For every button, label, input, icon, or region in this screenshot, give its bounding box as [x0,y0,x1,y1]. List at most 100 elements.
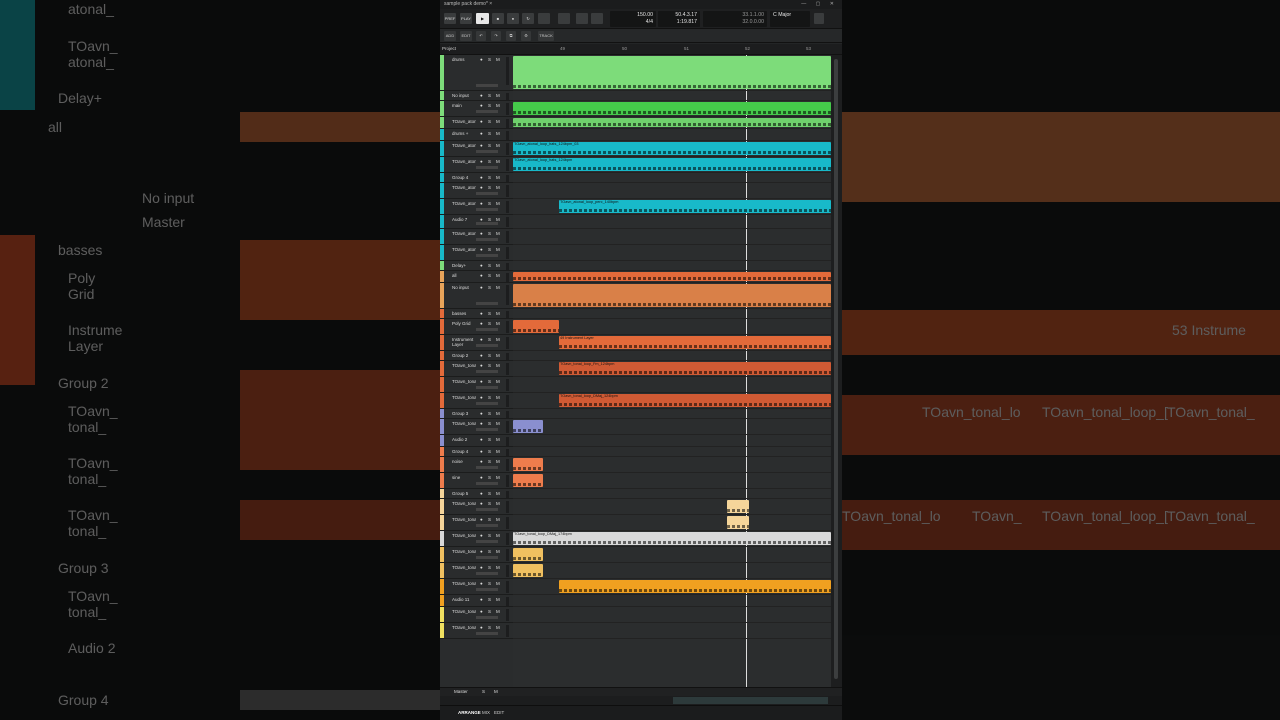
track-header[interactable]: Group 4 ● S M [440,447,513,457]
track-header[interactable]: TOavn_atonal_ ● SM [440,141,513,157]
mute-button[interactable]: M [496,185,500,190]
metronome-icon[interactable] [538,13,550,24]
track-name[interactable]: TOavn_tonal_ [452,625,476,630]
track-header[interactable]: TOavn_atonal_ ● SM [440,117,513,129]
track-name[interactable]: TOavn_tonal_ [452,533,476,538]
solo-button[interactable]: S [488,93,491,98]
track-name[interactable]: drums + [452,131,476,136]
mute-button[interactable]: M [496,119,500,124]
track-lane[interactable] [513,563,831,579]
mute-button[interactable]: M [496,337,500,342]
solo-button[interactable]: S [488,395,491,400]
track-name[interactable]: Group 4 [452,449,476,454]
solo-button[interactable]: S [488,581,491,586]
mute-button[interactable]: M [496,311,500,316]
window-title[interactable]: sample pack demo* × [444,1,492,7]
solo-button[interactable]: S [488,119,491,124]
track-lane[interactable] [513,215,831,229]
volume-fader[interactable] [476,208,498,211]
track-header[interactable]: basses ● S M [440,309,513,319]
audio-clip[interactable] [513,548,543,561]
solo-button[interactable]: S [488,411,491,416]
track-name[interactable]: TOavn_tonal_ [452,609,476,614]
track-lane[interactable] [513,183,831,199]
track-lane[interactable] [513,245,831,261]
solo-button[interactable]: S [488,231,491,236]
track-name[interactable]: TOavn_atonal_ [452,247,476,252]
track-header[interactable]: all ● S M [440,271,513,283]
track-header[interactable]: TOavn_atonal_ ● SM [440,199,513,215]
mute-button[interactable]: M [496,201,500,206]
mute-button[interactable]: M [496,247,500,252]
solo-button[interactable]: S [488,321,491,326]
mute-button[interactable]: M [496,581,500,586]
timeline-ruler[interactable]: Project 49 50 51 52 53 [440,44,842,55]
audio-clip[interactable]: TOavn_tonal_loop_Fm_124bpm [559,362,831,375]
record-arm-icon[interactable]: ● [480,517,483,522]
mute-button[interactable]: M [496,609,500,614]
mute-button[interactable]: M [496,437,500,442]
record-arm-icon[interactable]: ● [480,185,483,190]
record-arm-icon[interactable]: ● [480,625,483,630]
mute-button[interactable]: M [496,159,500,164]
track-lane[interactable]: TOavn_atonal_loop_hats_124bpm [513,157,831,173]
track-name[interactable]: Instrument Layer [452,337,476,347]
track-lane[interactable] [513,55,831,91]
record-arm-icon[interactable]: ● [480,395,483,400]
record-arm-icon[interactable]: ● [480,609,483,614]
record-arm-icon[interactable]: ● [480,491,483,496]
solo-button[interactable]: S [488,437,491,442]
volume-fader[interactable] [476,254,498,257]
track-name[interactable]: Group 2 [452,353,476,358]
mute-button[interactable]: M [496,285,500,290]
volume-fader[interactable] [476,572,498,575]
audio-clip[interactable]: 49 Instrument Layer [559,336,831,349]
mute-button[interactable]: M [496,565,500,570]
solo-button[interactable]: S [488,103,491,108]
audio-clip[interactable] [513,320,559,333]
record-arm-icon[interactable]: ● [480,263,483,268]
record-arm-icon[interactable]: ● [480,565,483,570]
track-lane[interactable]: TOavn_atonal_loop_hats_124bpm_03 [513,141,831,157]
volume-fader[interactable] [476,370,498,373]
track-header[interactable]: TOavn_atonal_ ● SM [440,229,513,245]
solo-button[interactable]: S [488,57,491,62]
track-lane[interactable] [513,351,831,361]
mute-button[interactable]: M [496,533,500,538]
record-arm-icon[interactable]: ● [480,247,483,252]
track-name[interactable]: No input [452,285,476,290]
audio-clip[interactable] [727,516,749,529]
mute-button[interactable]: M [496,143,500,148]
vertical-scrollbar[interactable] [831,55,842,687]
mix-tab[interactable]: MIX [482,710,490,715]
volume-fader[interactable] [476,238,498,241]
track-name[interactable]: Delay+ [452,263,476,268]
track-header[interactable]: TOavn_tonal_ ● SM [440,499,513,515]
track-name[interactable]: TOavn_tonal_ [452,549,476,554]
solo-button[interactable]: S [488,491,491,496]
record-arm-icon[interactable]: ● [480,411,483,416]
record-arm-icon[interactable]: ● [480,285,483,290]
volume-fader[interactable] [476,632,498,635]
track-lane[interactable]: 49 Instrument Layer [513,335,831,351]
track-name[interactable]: TOavn_tonal_ [452,581,476,586]
solo-button[interactable]: S [488,353,491,358]
track-name[interactable]: TOavn_tonal_ [452,379,476,384]
track-name[interactable]: TOavn_atonal_ [452,185,476,190]
audio-clip[interactable] [513,458,543,471]
track-header[interactable]: main ● S M [440,101,513,117]
volume-fader[interactable] [476,616,498,619]
track-lane[interactable] [513,377,831,393]
solo-button[interactable]: S [488,131,491,136]
record-arm-icon[interactable]: ● [480,231,483,236]
mute-button[interactable]: M [496,93,500,98]
audio-clip[interactable] [513,118,831,127]
track-lane[interactable] [513,271,831,283]
track-header[interactable]: Group 3 ● S M [440,409,513,419]
record-arm-icon[interactable]: ● [480,131,483,136]
solo-button[interactable]: S [488,285,491,290]
track-lane[interactable] [513,447,831,457]
record-arm-icon[interactable]: ● [480,103,483,108]
loop-range-display[interactable]: 33.1.1.00 32.0.0.00 [703,11,767,27]
volume-fader[interactable] [476,192,498,195]
